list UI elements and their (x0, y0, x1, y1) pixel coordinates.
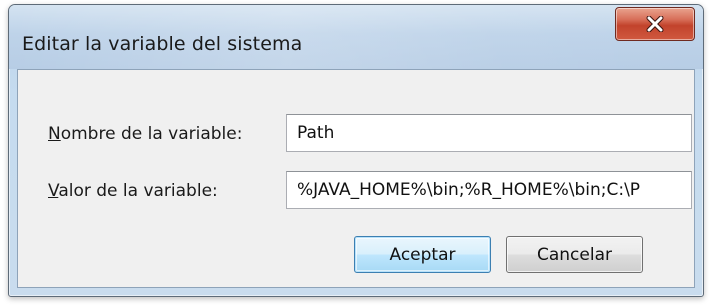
close-button[interactable] (615, 7, 695, 41)
close-icon (646, 16, 664, 32)
title-bar[interactable]: Editar la variable del sistema (9, 5, 703, 69)
variable-value-label-text: alor de la variable: (58, 181, 218, 201)
window-title: Editar la variable del sistema (22, 33, 303, 55)
dialog-body: Nombre de la variable: Valor de la varia… (17, 69, 695, 288)
cancel-button[interactable]: Cancelar (506, 236, 643, 273)
variable-name-accelerator: N (48, 124, 61, 144)
dialog-window: Editar la variable del sistema Nombre de… (8, 4, 704, 297)
variable-name-input[interactable] (286, 114, 692, 152)
variable-value-label: Valor de la variable: (48, 181, 218, 201)
variable-value-accelerator: V (48, 181, 59, 201)
variable-value-input[interactable] (286, 171, 692, 209)
variable-name-label-text: ombre de la variable: (60, 124, 243, 144)
variable-name-label: Nombre de la variable: (48, 124, 242, 144)
ok-button[interactable]: Aceptar (354, 236, 491, 273)
